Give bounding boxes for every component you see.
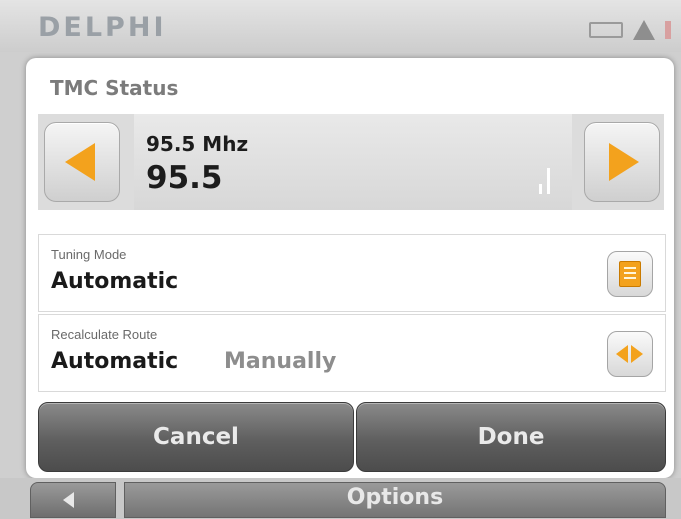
- arrow-right-icon: [609, 143, 639, 181]
- recalculate-toggle-button[interactable]: [607, 331, 653, 377]
- list-icon: [619, 261, 641, 287]
- cancel-button[interactable]: Cancel: [38, 402, 354, 472]
- recalculate-route-label: Recalculate Route: [51, 327, 158, 342]
- frequency-label: 95.5 Mhz: [146, 132, 249, 156]
- brand-logo: DELPHI: [38, 12, 167, 43]
- options-button[interactable]: Options: [124, 482, 666, 518]
- tuning-mode-list-button[interactable]: [607, 251, 653, 297]
- tmc-status-dialog: TMC Status 95.5 Mhz 95.5 Tuning Mode Aut…: [26, 58, 674, 478]
- top-status-bar: DELPHI: [0, 0, 681, 52]
- tuning-mode-value: Automatic: [51, 269, 179, 294]
- frequency-display: 95.5 Mhz 95.5: [134, 114, 572, 210]
- done-button[interactable]: Done: [356, 402, 666, 472]
- tuning-mode-row[interactable]: Tuning Mode Automatic: [38, 234, 666, 312]
- signal-strength-icon: [539, 168, 550, 194]
- satellite-icon: [665, 21, 671, 39]
- recalculate-option-automatic[interactable]: Automatic: [51, 349, 178, 374]
- battery-icon: [589, 22, 623, 38]
- back-button[interactable]: [30, 482, 116, 518]
- tuning-mode-label: Tuning Mode: [51, 247, 127, 262]
- next-frequency-button[interactable]: [584, 122, 660, 202]
- dialog-title: TMC Status: [50, 76, 179, 100]
- bottom-bar: Options: [0, 478, 681, 519]
- frequency-value: 95.5: [146, 160, 223, 196]
- arrow-left-icon: [65, 143, 95, 181]
- warning-icon[interactable]: [633, 20, 655, 40]
- status-icons: [589, 20, 671, 40]
- recalculate-route-row[interactable]: Recalculate Route Automatic Manually: [38, 314, 666, 392]
- recalculate-option-manually[interactable]: Manually: [224, 349, 336, 374]
- previous-frequency-button[interactable]: [44, 122, 120, 202]
- back-arrow-icon: [63, 492, 74, 508]
- left-right-arrows-icon: [614, 343, 646, 365]
- frequency-panel: 95.5 Mhz 95.5: [38, 114, 664, 210]
